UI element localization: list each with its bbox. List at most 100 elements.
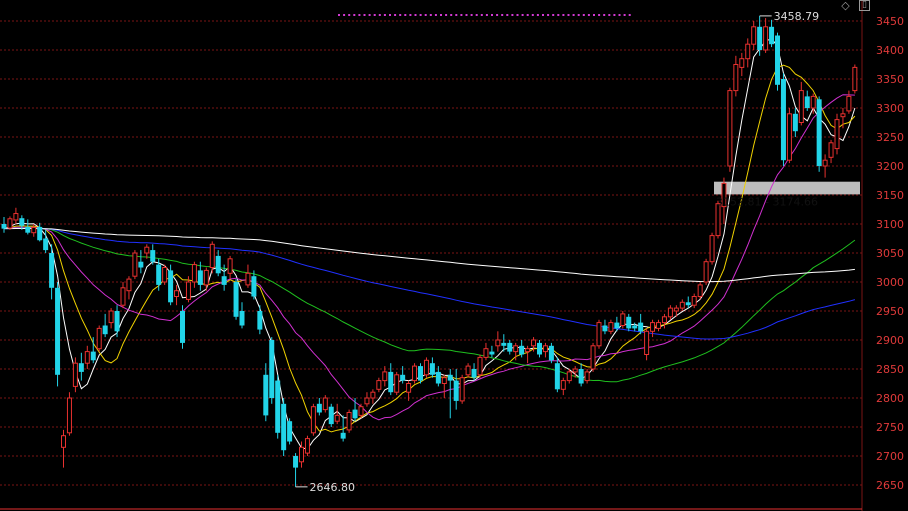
candle[interactable] bbox=[78, 352, 84, 381]
candle[interactable] bbox=[406, 380, 412, 401]
candle[interactable] bbox=[418, 363, 423, 384]
candle[interactable] bbox=[537, 340, 542, 358]
candle[interactable] bbox=[180, 305, 185, 349]
candle[interactable] bbox=[709, 232, 715, 265]
candle[interactable] bbox=[126, 276, 132, 300]
candle[interactable] bbox=[602, 319, 608, 335]
candle[interactable] bbox=[703, 258, 709, 285]
candle[interactable] bbox=[114, 305, 120, 338]
candle[interactable] bbox=[203, 267, 209, 291]
candle[interactable] bbox=[66, 392, 72, 436]
candle[interactable] bbox=[334, 403, 340, 425]
candle[interactable] bbox=[769, 19, 775, 48]
candle[interactable] bbox=[697, 282, 703, 300]
candle[interactable] bbox=[96, 325, 102, 352]
candle[interactable] bbox=[620, 311, 626, 329]
candle[interactable] bbox=[739, 52, 745, 77]
maximize-icon[interactable]: ▯ bbox=[859, 0, 870, 11]
candle[interactable] bbox=[138, 250, 144, 274]
candle[interactable] bbox=[61, 429, 66, 468]
candle[interactable] bbox=[150, 244, 156, 265]
candle[interactable] bbox=[429, 357, 435, 378]
candle[interactable] bbox=[132, 250, 138, 280]
candle[interactable] bbox=[542, 342, 548, 358]
candle[interactable] bbox=[447, 369, 453, 419]
candle[interactable] bbox=[441, 374, 447, 398]
candle[interactable] bbox=[310, 403, 316, 436]
candle[interactable] bbox=[804, 90, 810, 111]
candle[interactable] bbox=[525, 345, 531, 364]
candle[interactable] bbox=[632, 322, 638, 332]
candle[interactable] bbox=[191, 261, 197, 288]
candle[interactable] bbox=[346, 409, 352, 433]
candle[interactable] bbox=[162, 264, 168, 285]
candle[interactable] bbox=[798, 81, 804, 126]
candle[interactable] bbox=[650, 319, 656, 338]
candle[interactable] bbox=[388, 363, 394, 396]
candle[interactable] bbox=[596, 319, 602, 349]
candle[interactable] bbox=[816, 96, 822, 172]
candle[interactable] bbox=[90, 337, 96, 364]
candle[interactable] bbox=[608, 319, 614, 335]
candle[interactable] bbox=[554, 357, 560, 393]
candle[interactable] bbox=[245, 264, 251, 288]
candle[interactable] bbox=[1, 217, 7, 233]
restore-icon[interactable]: ◇ bbox=[840, 0, 851, 11]
candle[interactable] bbox=[834, 113, 840, 155]
candle[interactable] bbox=[477, 354, 483, 378]
candle[interactable] bbox=[293, 453, 299, 487]
candle[interactable] bbox=[691, 293, 697, 309]
candle[interactable] bbox=[560, 377, 566, 396]
candle[interactable] bbox=[13, 207, 19, 224]
candle[interactable] bbox=[638, 313, 644, 335]
candle[interactable] bbox=[352, 398, 358, 422]
candle[interactable] bbox=[281, 398, 287, 456]
candle[interactable] bbox=[828, 139, 834, 164]
candle[interactable] bbox=[7, 216, 13, 230]
candle[interactable] bbox=[423, 357, 429, 378]
candle[interactable] bbox=[102, 313, 108, 338]
candle[interactable] bbox=[489, 345, 495, 358]
candle[interactable] bbox=[84, 345, 90, 369]
candlestick-chart[interactable]: 3450 3400 3350 3300 3250 3200 3150 3100 3050 3000… bbox=[0, 0, 908, 511]
candle[interactable] bbox=[304, 435, 310, 456]
candle[interactable] bbox=[727, 87, 733, 172]
candle[interactable] bbox=[120, 282, 126, 309]
candle[interactable] bbox=[287, 418, 293, 445]
candle[interactable] bbox=[483, 342, 489, 361]
candle[interactable] bbox=[412, 363, 418, 384]
candle[interactable] bbox=[780, 73, 786, 166]
candle[interactable] bbox=[846, 90, 852, 114]
candle[interactable] bbox=[376, 377, 382, 393]
candle[interactable] bbox=[215, 250, 221, 277]
candle[interactable] bbox=[590, 342, 596, 372]
candle[interactable] bbox=[786, 108, 792, 164]
candle[interactable] bbox=[763, 18, 769, 53]
candle[interactable] bbox=[548, 342, 554, 364]
candle[interactable] bbox=[72, 357, 78, 393]
candle[interactable] bbox=[495, 331, 501, 352]
candle[interactable] bbox=[257, 305, 263, 335]
candle[interactable] bbox=[269, 337, 275, 404]
candle[interactable] bbox=[644, 328, 650, 361]
candle[interactable] bbox=[227, 255, 233, 280]
candle[interactable] bbox=[168, 264, 174, 306]
candle[interactable] bbox=[661, 313, 667, 329]
candle[interactable] bbox=[679, 299, 685, 311]
candle[interactable] bbox=[745, 38, 751, 68]
candle[interactable] bbox=[453, 369, 459, 410]
candle[interactable] bbox=[382, 366, 388, 387]
candle[interactable] bbox=[507, 340, 513, 355]
candle[interactable] bbox=[656, 319, 661, 332]
candle[interactable] bbox=[667, 305, 673, 320]
candle[interactable] bbox=[37, 222, 43, 242]
candle[interactable] bbox=[108, 308, 114, 329]
candle[interactable] bbox=[316, 398, 322, 416]
candle[interactable] bbox=[584, 369, 590, 384]
candle[interactable] bbox=[792, 108, 798, 137]
candle[interactable] bbox=[733, 55, 739, 97]
candle[interactable] bbox=[174, 284, 180, 306]
candle[interactable] bbox=[239, 302, 245, 329]
candle[interactable] bbox=[364, 392, 370, 407]
candle[interactable] bbox=[626, 313, 632, 332]
